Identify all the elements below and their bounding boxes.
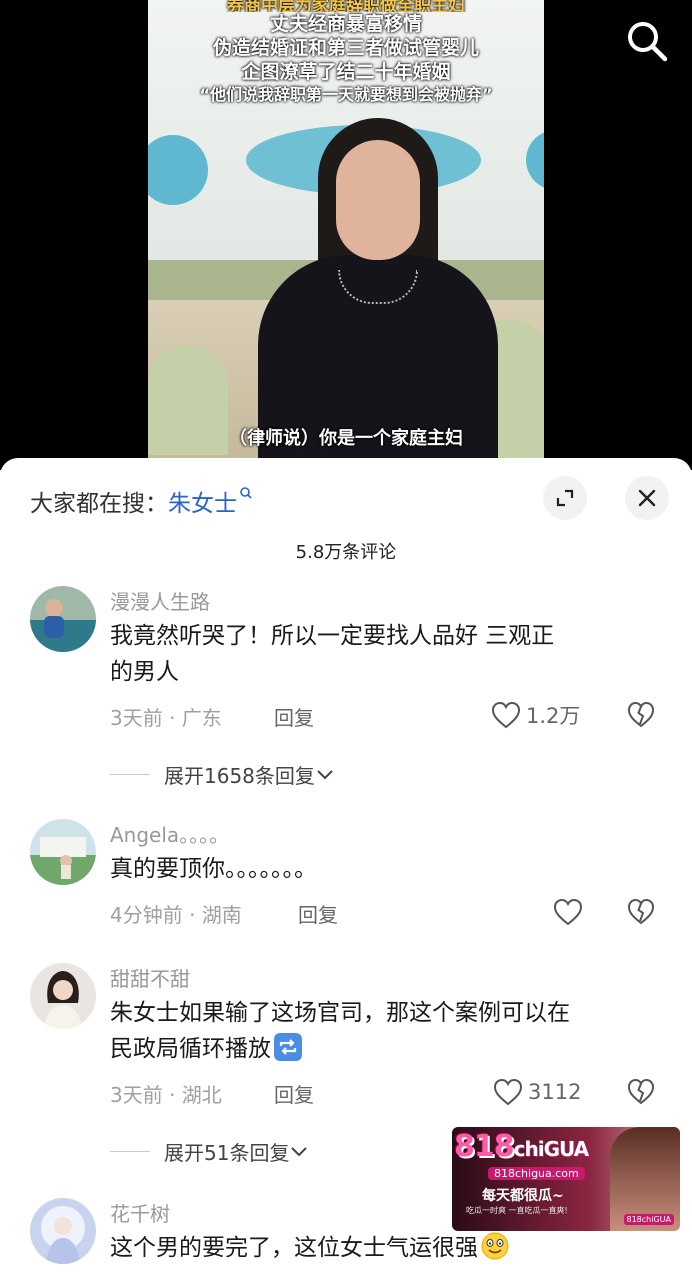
- expand-replies-label: 展开1658条回复: [164, 764, 315, 788]
- comment-text: 这个男的要完了，这位女士气运很强: [110, 1230, 670, 1266]
- reply-button[interactable]: 回复: [298, 899, 338, 928]
- comment-text: 真的要顶你。。。。。。。: [110, 851, 670, 887]
- dislike-heart-icon: [627, 1078, 655, 1105]
- video-title-line: 券商中层为家庭辞职做全职主妇: [227, 0, 465, 12]
- reply-button[interactable]: 回复: [274, 1079, 314, 1108]
- search-button[interactable]: [622, 16, 672, 66]
- smile-emoji: [481, 1232, 509, 1260]
- avatar[interactable]: [30, 1198, 96, 1264]
- ad-logo: 818chiGUA: [454, 1129, 589, 1164]
- ad-logo-text: chiGUA: [513, 1137, 589, 1161]
- expand-icon: [556, 489, 574, 507]
- expand-sheet-button[interactable]: [543, 476, 587, 520]
- chevron-down-icon: [291, 1146, 308, 1156]
- ad-tag: 818chiGUA: [623, 1214, 674, 1225]
- comment-text-line: 民政局循环播放: [110, 1031, 670, 1067]
- like-button[interactable]: 3112: [492, 1077, 581, 1107]
- video-title-line: 伪造结婚证和第三者做试管婴儿: [212, 37, 479, 59]
- dislike-heart-icon: [627, 701, 655, 728]
- comment-username[interactable]: 漫漫人生路: [110, 586, 210, 615]
- trending-search[interactable]: 大家都在搜：朱女士: [30, 484, 253, 518]
- close-sheet-button[interactable]: [625, 476, 669, 520]
- trending-search-prefix: 大家都在搜：: [30, 491, 168, 517]
- reply-button[interactable]: 回复: [274, 702, 314, 731]
- avatar[interactable]: [30, 963, 96, 1029]
- heart-icon: [493, 1078, 523, 1106]
- comment-meta: 3天前 · 广东: [110, 706, 222, 730]
- comment-username[interactable]: 花千树: [110, 1198, 170, 1227]
- expand-replies-label: 展开51条回复: [164, 1141, 290, 1165]
- video-title-overlay: 券商中层为家庭辞职做全职主妇 丈夫经商暴富移情 伪造结婚证和第三者做试管婴儿 企…: [148, 0, 544, 106]
- dislike-heart-icon: [627, 898, 655, 925]
- video-subtitle: （律师说）你是一个家庭主妇: [229, 428, 463, 449]
- search-icon: [240, 487, 252, 499]
- comment-username[interactable]: Angela。。。。: [110, 819, 229, 848]
- dislike-button[interactable]: [626, 700, 656, 730]
- repeat-emoji: [274, 1033, 302, 1061]
- ad-slogan: 每天都很瓜~: [482, 1188, 564, 1204]
- watermark-ad[interactable]: 818chiGUA 818chigua.com 每天都很瓜~ 吃瓜一时爽 一直吃…: [452, 1127, 680, 1231]
- comment-meta: 4分钟前 · 湖南: [110, 903, 242, 927]
- close-icon: [638, 489, 656, 507]
- comment-text-line: 这个男的要完了，这位女士气运很强: [110, 1230, 670, 1266]
- like-button[interactable]: 1.2万: [490, 700, 580, 730]
- chevron-down-icon: [317, 769, 333, 779]
- comment-text-segment: 这个男的要完了，这位女士气运很强: [110, 1235, 478, 1261]
- heart-icon: [553, 898, 583, 926]
- dislike-button[interactable]: [626, 897, 656, 927]
- comment-username[interactable]: 甜甜不甜: [110, 963, 190, 992]
- comment-text-line: 的男人: [110, 659, 179, 685]
- ad-domain: 818chigua.com: [488, 1167, 585, 1180]
- expand-replies-button[interactable]: 展开1658条回复: [110, 760, 335, 789]
- avatar[interactable]: [30, 819, 96, 885]
- dislike-button[interactable]: [626, 1077, 656, 1107]
- comment-text-segment: 民政局循环播放: [110, 1036, 271, 1062]
- ad-logo-number: 818: [454, 1129, 515, 1164]
- like-count: 3112: [528, 1080, 582, 1104]
- expand-replies-button[interactable]: 展开51条回复: [110, 1137, 309, 1166]
- like-button[interactable]: [552, 897, 588, 927]
- comment-text: 朱女士如果输了这场官司，那这个案例可以在 民政局循环播放: [110, 995, 670, 1067]
- video-title-line: 丈夫经商暴富移情: [269, 13, 422, 35]
- comment-meta: 3天前 · 湖北: [110, 1083, 222, 1107]
- heart-icon: [491, 701, 521, 729]
- avatar[interactable]: [30, 586, 96, 652]
- video-title-line: 企图潦草了结二十年婚姻: [241, 61, 451, 83]
- ad-subtext: 吃瓜一时爽 一直吃瓜一直爽!: [466, 1206, 568, 1215]
- comment-text: 我竟然听哭了！所以一定要找人品好 三观正 的男人: [110, 618, 670, 690]
- comment-count: 5.8万条评论: [295, 542, 397, 563]
- video-player[interactable]: 券商中层为家庭辞职做全职主妇 丈夫经商暴富移情 伪造结婚证和第三者做试管婴儿 企…: [0, 0, 692, 470]
- video-title-line: “他们说我辞职第一天就要想到会被抛弃”: [199, 85, 493, 104]
- comment-text-line: 真的要顶你。。。。。。。: [110, 856, 317, 882]
- trending-search-keyword[interactable]: 朱女士: [168, 491, 237, 517]
- like-count: 1.2万: [526, 704, 581, 728]
- comment-text-line: 我竟然听哭了！所以一定要找人品好 三观正: [110, 623, 555, 649]
- search-icon: [628, 22, 668, 62]
- comment-text-line: 朱女士如果输了这场官司，那这个案例可以在: [110, 1000, 570, 1026]
